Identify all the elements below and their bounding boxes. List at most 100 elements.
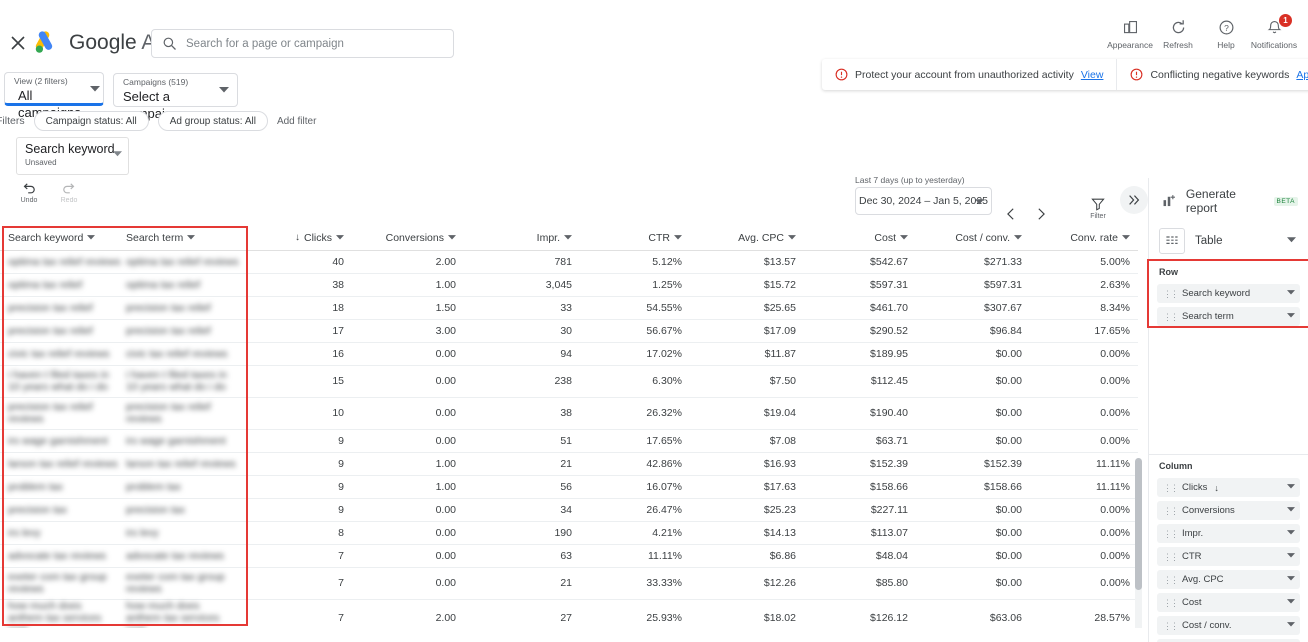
generate-report-header[interactable]: Generate report BETA (1149, 178, 1308, 222)
filter-chip-campaign-status[interactable]: Campaign status: All (33, 111, 149, 131)
alert-apply-link[interactable]: Apply (1296, 69, 1308, 81)
drag-handle-icon[interactable]: ⋮⋮ (1163, 575, 1179, 584)
redacted-text: irs levy (8, 526, 41, 539)
drag-handle-icon[interactable]: ⋮⋮ (1163, 552, 1179, 561)
notifications-button[interactable]: 1 Notifications (1250, 14, 1298, 50)
table-row[interactable]: irs levy irs levy 8 0.00 190 4.21% $14.13 $113.… (0, 521, 1138, 545)
filter-chip-adgroup-status[interactable]: Ad group status: All (157, 111, 268, 131)
drag-handle-icon[interactable]: ⋮⋮ (1163, 598, 1179, 607)
add-filter-button[interactable]: Add filter (277, 116, 316, 127)
refresh-button[interactable]: Refresh (1154, 18, 1202, 50)
table-cell-impr: 63 (464, 544, 580, 568)
table-cell-conversions: 0.00 (352, 429, 464, 453)
table-type-selector[interactable]: Table (1159, 225, 1300, 257)
table-row[interactable]: i haven t filed taxes in 10 years what d… (0, 365, 1138, 398)
table-row[interactable]: larson tax relief reviews larson tax reli… (0, 452, 1138, 476)
column-pill-clicks[interactable]: ⋮⋮ Clicks ↓ (1157, 478, 1300, 497)
table-cell-conv-rate: 0.00% (1030, 429, 1138, 453)
table-scrollbar[interactable] (1135, 458, 1142, 628)
table-cell-search-keyword: problem tax (0, 475, 118, 499)
global-search[interactable] (151, 29, 454, 58)
table-row[interactable]: exeter com tax group reviews exeter com t… (0, 567, 1138, 600)
search-input[interactable] (186, 37, 443, 50)
report-title-selector[interactable]: Search keyword Unsaved (16, 137, 129, 175)
table-cell-avg-cpc: $17.09 (690, 319, 804, 343)
table-cell-impr: 30 (464, 319, 580, 343)
table-cell-cost-conv: $0.00 (916, 342, 1030, 366)
table-header-conversions[interactable]: Conversions (352, 226, 464, 251)
column-section: Column ⋮⋮ Clicks ↓ ⋮⋮ Conversions ⋮⋮ Impr. ⋮⋮ CT… (1149, 454, 1308, 642)
table-row[interactable]: optima tax relief optima tax relief 38 1.00… (0, 273, 1138, 297)
table-cell-cost: $189.95 (804, 342, 916, 366)
column-pill-ctr[interactable]: ⋮⋮ CTR (1157, 547, 1300, 566)
drag-handle-icon[interactable]: ⋮⋮ (1163, 529, 1179, 538)
drag-handle-icon[interactable]: ⋮⋮ (1163, 312, 1179, 321)
column-pill-cost[interactable]: ⋮⋮ Cost (1157, 593, 1300, 612)
pill-label: Avg. CPC (1182, 574, 1224, 585)
drag-handle-icon[interactable]: ⋮⋮ (1163, 621, 1179, 630)
column-pill-avg-cpc[interactable]: ⋮⋮ Avg. CPC (1157, 570, 1300, 589)
chevron-down-icon (448, 235, 456, 240)
row-pill-search-keyword[interactable]: ⋮⋮ Search keyword (1157, 284, 1300, 303)
view-selector[interactable]: View (2 filters) All campaigns (4, 72, 104, 120)
filter-button[interactable]: Filter (1085, 196, 1111, 220)
table-row[interactable]: irs wage garnishment irs wage garnishment… (0, 429, 1138, 453)
help-icon: ? (1218, 18, 1235, 37)
column-pill-impr[interactable]: ⋮⋮ Impr. (1157, 524, 1300, 543)
table-header-search-keyword[interactable]: Search keyword (0, 226, 118, 251)
report-table-wrapper[interactable]: Search keyword Search term ↓ Clicks Conversi… (0, 226, 1146, 628)
table-header-clicks[interactable]: ↓ Clicks (248, 226, 352, 251)
table-cell-search-term: precision tax relief (118, 296, 248, 320)
table-cell-cost: $152.39 (804, 452, 916, 476)
column-pill-conversions[interactable]: ⋮⋮ Conversions (1157, 501, 1300, 520)
table-row[interactable]: civic tax relief reviews civic tax relief… (0, 342, 1138, 366)
undo-button[interactable]: Undo (12, 180, 46, 204)
table-row[interactable]: advocate tax reviews advocate tax reviews… (0, 544, 1138, 568)
table-cell-impr: 21 (464, 567, 580, 600)
redo-button[interactable]: Redo (52, 180, 86, 204)
drag-handle-icon[interactable]: ⋮⋮ (1163, 506, 1179, 515)
table-cell-search-term: precision tax (118, 498, 248, 522)
table-row[interactable]: precision tax relief precision tax relief… (0, 296, 1138, 320)
google-ads-report-editor: Google Ads Appearance Refresh ? (0, 0, 1308, 642)
alert-view-link[interactable]: View (1081, 69, 1104, 81)
campaign-selector[interactable]: Campaigns (519) Select a campaign (113, 73, 238, 121)
table-header-avg-cpc[interactable]: Avg. CPC (690, 226, 804, 251)
table-row[interactable]: precision tax precision tax 9 0.00 34 26.47% $… (0, 498, 1138, 522)
close-icon[interactable] (8, 33, 28, 53)
help-button[interactable]: ? Help (1202, 18, 1250, 50)
table-row[interactable]: precision tax relief precision tax relief… (0, 319, 1138, 343)
table-header-search-term[interactable]: Search term (118, 226, 248, 251)
table-head: Search keyword Search term ↓ Clicks Conversi… (0, 226, 1138, 251)
previous-period-button[interactable] (1000, 203, 1022, 225)
chevron-right-icon (1038, 208, 1045, 220)
chevron-down-icon (1287, 576, 1295, 581)
table-row[interactable]: precision tax relief reviews precision ta… (0, 397, 1138, 430)
table-header-cost-conv[interactable]: Cost / conv. (916, 226, 1030, 251)
appearance-button[interactable]: Appearance (1106, 18, 1154, 50)
date-range-group: Last 7 days (up to yesterday) Dec 30, 20… (855, 175, 992, 215)
next-period-button[interactable] (1030, 203, 1052, 225)
expand-panel-button[interactable] (1120, 186, 1148, 214)
alert-conflicting-keywords: Conflicting negative keywords Apply (1116, 59, 1308, 90)
table-body: optima tax relief reviews optima tax reli… (0, 250, 1138, 628)
drag-handle-icon[interactable]: ⋮⋮ (1163, 289, 1179, 298)
table-header-ctr[interactable]: CTR (580, 226, 690, 251)
scrollbar-thumb[interactable] (1135, 458, 1142, 590)
table-row[interactable]: optima tax relief reviews optima tax reli… (0, 250, 1138, 274)
table-header-cost[interactable]: Cost (804, 226, 916, 251)
column-pill-cost-conv[interactable]: ⋮⋮ Cost / conv. (1157, 616, 1300, 635)
table-cell-conversions: 1.00 (352, 452, 464, 476)
chevron-down-icon (187, 235, 196, 240)
chevron-down-icon (900, 235, 908, 240)
table-header-conv-rate[interactable]: Conv. rate (1030, 226, 1138, 251)
table-header-impr[interactable]: Impr. (464, 226, 580, 251)
row-pill-search-term[interactable]: ⋮⋮ Search term (1157, 307, 1300, 326)
table-row[interactable]: how much does anthem tax services cost ho… (0, 599, 1138, 628)
table-row[interactable]: problem tax problem tax 9 1.00 56 16.07% $17.6… (0, 475, 1138, 499)
redacted-text: irs wage garnishment (126, 434, 226, 447)
table-cell-conv-rate: 5.00% (1030, 250, 1138, 274)
drag-handle-icon[interactable]: ⋮⋮ (1163, 483, 1179, 492)
date-range-selector[interactable]: Dec 30, 2024 – Jan 5, 2025 (855, 187, 992, 215)
redacted-text: advocate tax reviews (126, 549, 225, 562)
